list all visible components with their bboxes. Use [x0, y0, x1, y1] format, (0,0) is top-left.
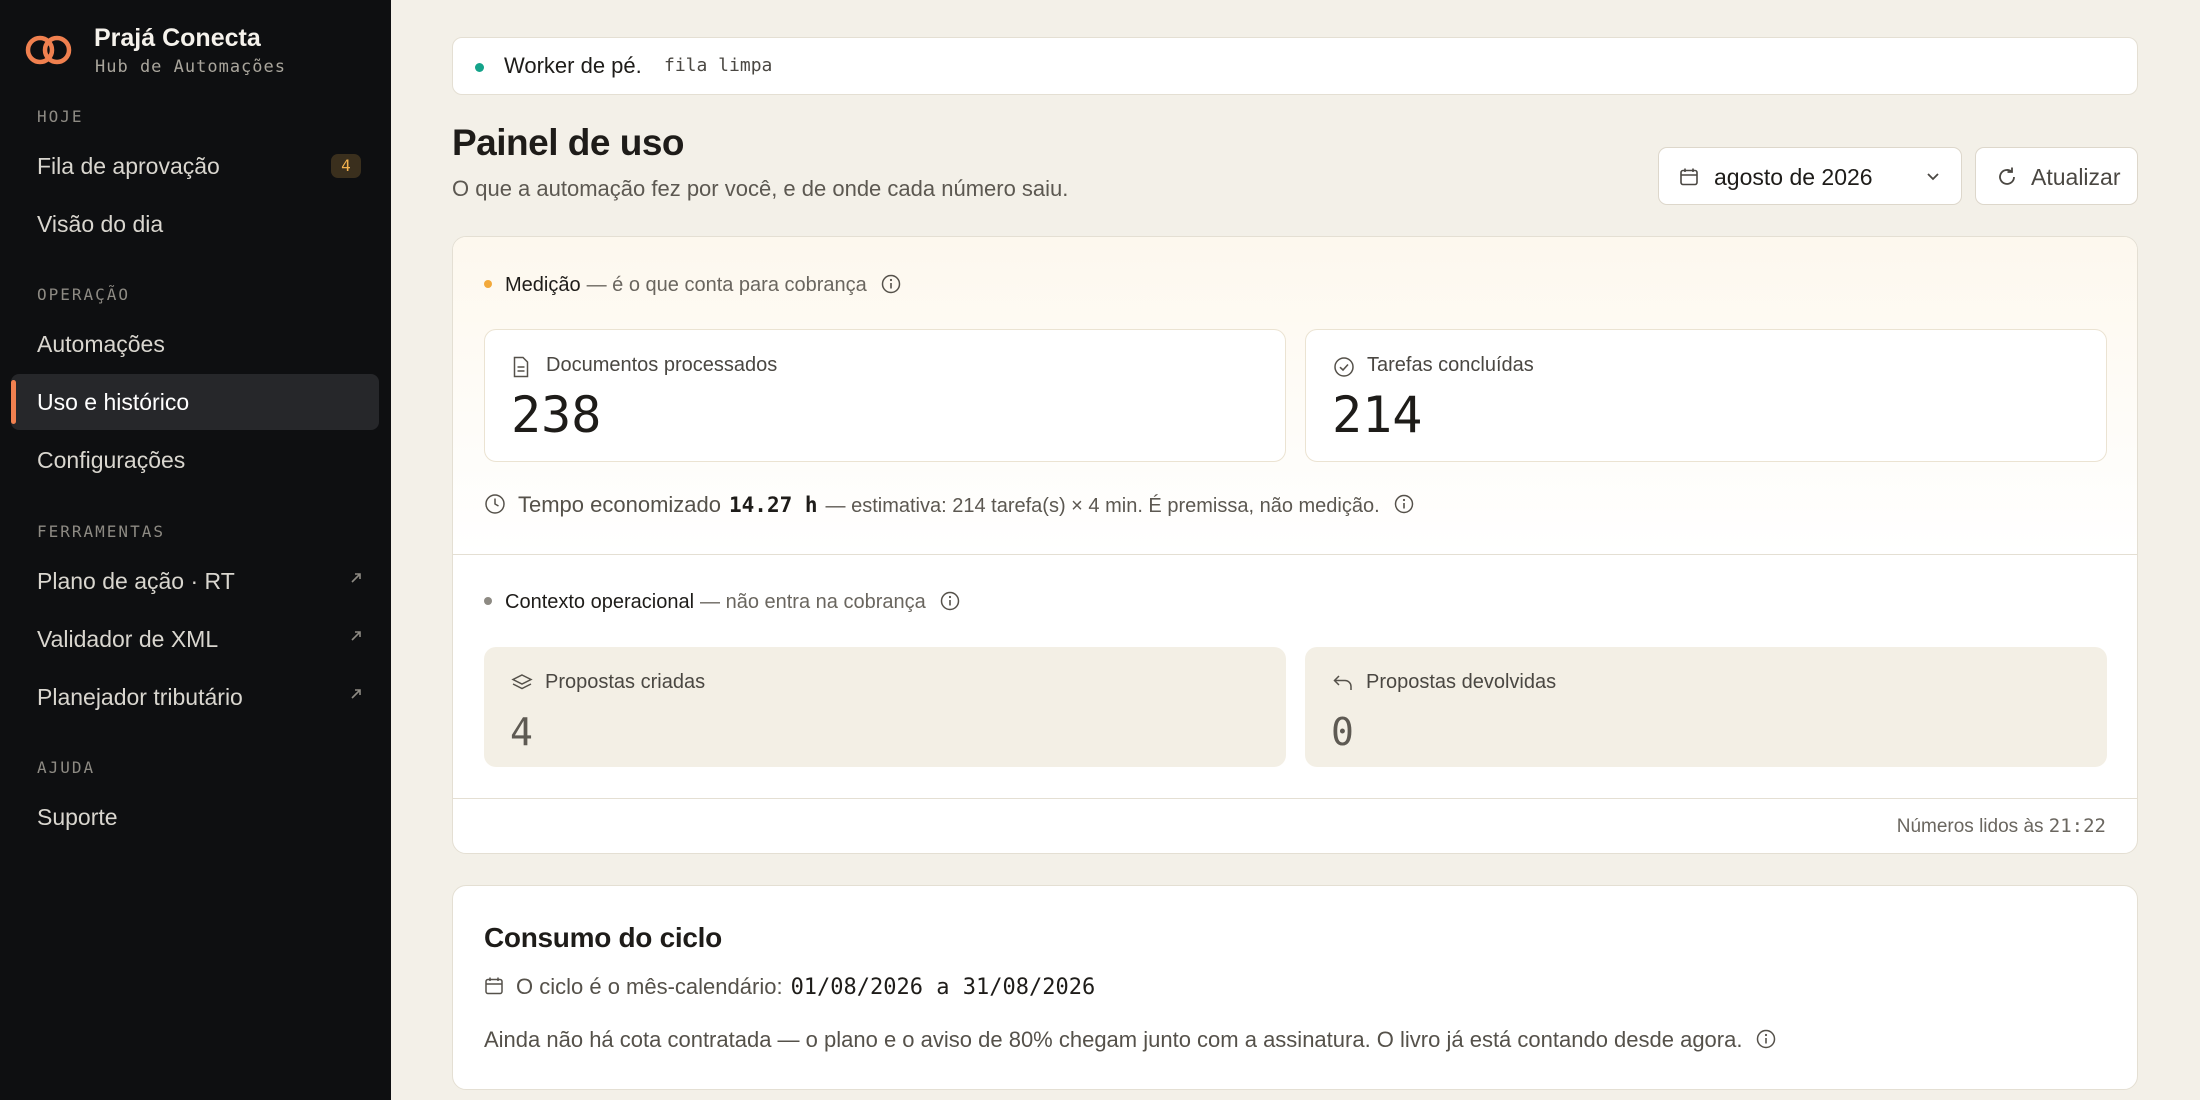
- section-label-ferramentas: FERRAMENTAS: [37, 522, 165, 541]
- cycle-card: Consumo do ciclo O ciclo é o mês-calendá…: [452, 885, 2138, 1090]
- external-link-icon: [351, 573, 361, 583]
- sidebar-item-uso-historico[interactable]: Uso e histórico: [11, 374, 379, 430]
- month-select[interactable]: agosto de 2026: [1658, 147, 1962, 205]
- sidebar-item-fila-aprovacao[interactable]: Fila de aprovação 4: [11, 138, 379, 194]
- time-saved-label: Tempo economizado: [518, 492, 722, 517]
- measurement-section: Medição — é o que conta para cobrança Doc…: [453, 237, 2137, 555]
- sidebar-item-label: Visão do dia: [37, 211, 164, 237]
- queue-status: fila limpa: [664, 55, 773, 76]
- metric-label: Tarefas concluídas: [1367, 354, 1534, 376]
- info-icon[interactable]: [940, 591, 960, 611]
- read-time-text: Números lidos às 21:22: [1897, 815, 2106, 838]
- metric-value: 214: [1332, 386, 1423, 444]
- context-dot: [484, 596, 492, 605]
- section-label-ajuda: AJUDA: [37, 758, 96, 777]
- cycle-note: Ainda não há cota contratada — o plano e…: [484, 1027, 1776, 1053]
- clock-icon: [485, 494, 505, 514]
- document-icon: [513, 356, 529, 378]
- sidebar-item-label: Planejador tributário: [37, 684, 243, 710]
- metric-documentos: Documentos processados 238: [484, 329, 1286, 462]
- metric-label: Documentos processados: [546, 354, 778, 376]
- refresh-button-label: Atualizar: [2031, 164, 2121, 190]
- check-circle-icon: [1334, 357, 1354, 377]
- external-link-icon: [351, 689, 361, 699]
- brand-name: Prajá Conecta: [94, 24, 261, 52]
- brand-subtitle: Hub de Automações: [95, 57, 286, 77]
- cycle-range-dates: 01/08/2026 a 31/08/2026: [790, 975, 1096, 1000]
- time-saved-value: 14.27 h: [729, 493, 818, 517]
- sidebar-item-label: Plano de ação · RT: [37, 568, 235, 594]
- section-label-hoje: HOJE: [37, 107, 84, 126]
- measurement-title: Medição: [505, 274, 581, 296]
- calendar-icon: [485, 977, 503, 995]
- sidebar-item-planejador-tributario[interactable]: Planejador tributário: [11, 669, 379, 725]
- month-select-value: agosto de 2026: [1714, 164, 1873, 190]
- context-note: — não entra na cobrança: [700, 591, 926, 613]
- calendar-icon: [1680, 168, 1698, 186]
- sidebar-item-label: Configurações: [37, 447, 186, 473]
- sidebar-item-automacoes[interactable]: Automações: [11, 316, 379, 372]
- active-indicator: [11, 380, 16, 424]
- sidebar: Prajá Conecta Hub de Automações HOJE Fil…: [0, 0, 391, 1100]
- refresh-button[interactable]: Atualizar: [1975, 147, 2138, 205]
- count-badge: 4: [331, 154, 361, 178]
- worker-status-text: Worker de pé.: [504, 53, 642, 78]
- time-saved-note: — estimativa: 214 tarefa(s) × 4 min. É p…: [825, 495, 1380, 517]
- metric-value: 0: [1331, 710, 1354, 754]
- sidebar-item-suporte[interactable]: Suporte: [11, 789, 379, 845]
- measurement-note: — é o que conta para cobrança: [586, 274, 867, 296]
- cycle-range: O ciclo é o mês-calendário: 01/08/2026 a …: [484, 974, 1095, 1000]
- sidebar-item-label: Validador de XML: [37, 626, 219, 652]
- chevron-down-icon: [1927, 173, 1939, 181]
- logo-icon: [25, 35, 72, 65]
- metric-propostas-criadas: Propostas criadas 4: [484, 647, 1286, 767]
- usage-card: Medição — é o que conta para cobrança Doc…: [452, 236, 2138, 854]
- metric-value: 4: [510, 710, 533, 754]
- cycle-note-text: Ainda não há cota contratada — o plano e…: [484, 1027, 1743, 1052]
- sidebar-item-configuracoes[interactable]: Configurações: [11, 432, 379, 488]
- sidebar-item-label: Suporte: [37, 804, 118, 830]
- cycle-range-label: O ciclo é o mês-calendário:: [516, 974, 783, 999]
- section-label-operacao: OPERAÇÃO: [37, 285, 131, 304]
- sidebar-item-visao-dia[interactable]: Visão do dia: [11, 196, 379, 252]
- metric-label: Propostas devolvidas: [1366, 671, 1557, 693]
- layers-icon: [511, 674, 533, 690]
- return-arrow-icon: [1333, 675, 1352, 690]
- brand[interactable]: Prajá Conecta Hub de Automações: [24, 22, 364, 78]
- cycle-title: Consumo do ciclo: [484, 922, 722, 953]
- measurement-header: Medição — é o que conta para cobrança: [484, 274, 901, 297]
- read-time-value: 21:22: [2048, 815, 2106, 837]
- worker-status-bar: Worker de pé. fila limpa: [452, 37, 2138, 95]
- read-time-footer: Números lidos às 21:22: [453, 798, 2137, 853]
- time-saved-line: Tempo economizado 14.27 h — estimativa: 21…: [484, 492, 1414, 518]
- info-icon[interactable]: [1394, 494, 1414, 514]
- status-dot: [475, 63, 484, 72]
- read-time-label: Números lidos às: [1896, 816, 2044, 837]
- context-header: Contexto operacional — não entra na cobra…: [484, 591, 960, 614]
- metric-tarefas: Tarefas concluídas 214: [1305, 329, 2107, 462]
- metric-label: Propostas criadas: [545, 671, 706, 693]
- page-subtitle: O que a automação fez por você, e de ond…: [452, 176, 1069, 201]
- info-icon[interactable]: [881, 274, 901, 294]
- context-title: Contexto operacional: [505, 591, 695, 613]
- external-link-icon: [351, 631, 361, 641]
- sidebar-item-validador-xml[interactable]: Validador de XML: [11, 611, 379, 667]
- metric-value: 238: [511, 386, 602, 444]
- info-icon[interactable]: [1756, 1029, 1776, 1049]
- page-title: Painel de uso: [452, 122, 685, 163]
- measurement-dot: [484, 279, 492, 288]
- sidebar-item-label: Fila de aprovação: [37, 153, 220, 179]
- metric-propostas-devolvidas: Propostas devolvidas 0: [1305, 647, 2107, 767]
- sidebar-item-label: Uso e histórico: [37, 389, 190, 415]
- sidebar-item-plano-acao[interactable]: Plano de ação · RT: [11, 553, 379, 609]
- refresh-icon: [1999, 167, 2015, 185]
- sidebar-item-label: Automações: [37, 331, 165, 357]
